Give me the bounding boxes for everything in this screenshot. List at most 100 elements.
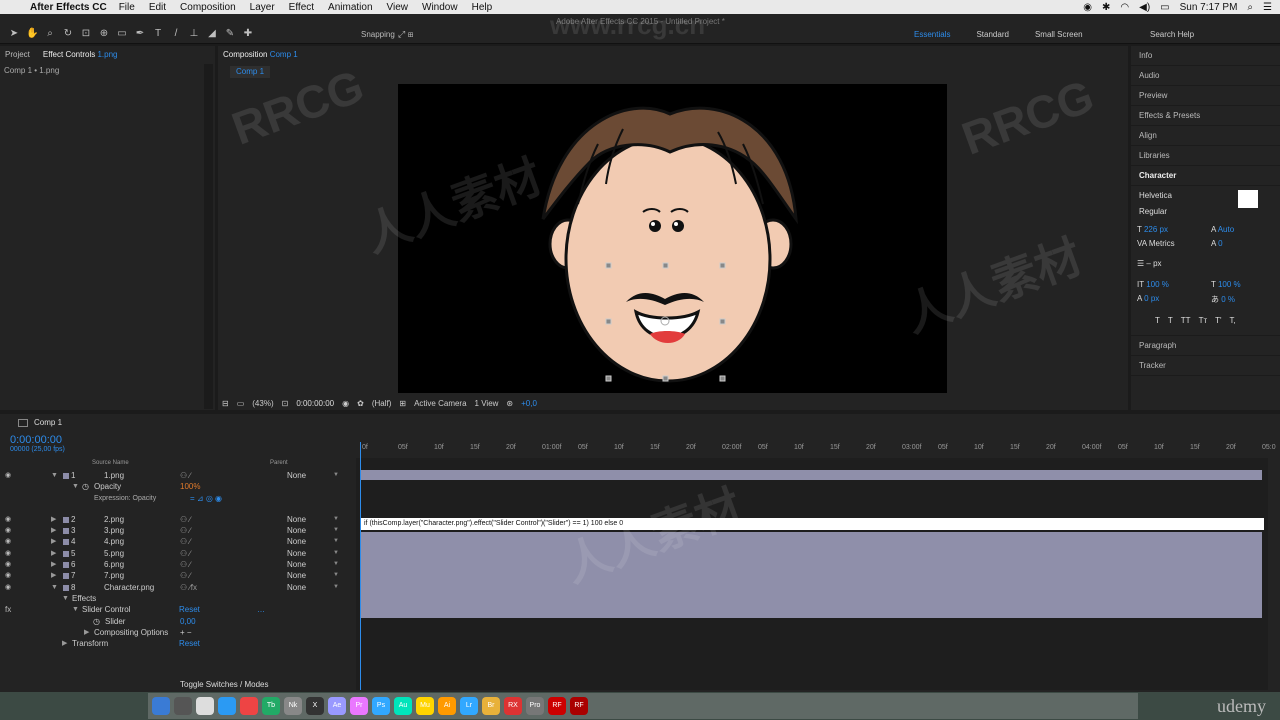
- eye-icon[interactable]: ◉: [5, 570, 11, 581]
- dock-app-icon[interactable]: Ae: [328, 697, 346, 715]
- parent-dropdown[interactable]: None: [287, 514, 306, 525]
- resolution-dropdown[interactable]: (Half): [372, 399, 392, 408]
- small-caps-button[interactable]: Tт: [1199, 316, 1208, 325]
- all-caps-button[interactable]: TT: [1181, 316, 1191, 325]
- eye-icon[interactable]: ◉: [5, 582, 11, 593]
- dock-app-icon[interactable]: [152, 697, 170, 715]
- twirl-right-icon[interactable]: ▶: [62, 638, 67, 649]
- rectangle-tool-icon[interactable]: ▭: [116, 28, 128, 39]
- dock-app-icon[interactable]: RF: [548, 697, 566, 715]
- layer-row[interactable]: ◉ ▶ 3 3.png ⚇ ∕ None ▼: [0, 525, 355, 536]
- menu-view[interactable]: View: [387, 2, 409, 13]
- bluetooth-icon[interactable]: ✱: [1102, 2, 1110, 13]
- twirl-right-icon[interactable]: ▶: [51, 536, 56, 547]
- transform-reset[interactable]: Reset: [179, 638, 200, 649]
- expression-controls-icon[interactable]: = ⊿ ◎ ◉: [190, 493, 222, 504]
- puppet-tool-icon[interactable]: ✚: [242, 28, 254, 39]
- panel-libraries[interactable]: Libraries: [1131, 146, 1280, 166]
- layer-label-color[interactable]: [63, 573, 69, 580]
- menu-help[interactable]: Help: [472, 2, 493, 13]
- twirl-right-icon[interactable]: ▶: [51, 514, 56, 525]
- layer-switches[interactable]: ⚇ ∕: [180, 548, 191, 559]
- twirl-down-icon[interactable]: ▼: [62, 593, 69, 604]
- panel-info[interactable]: Info: [1131, 46, 1280, 66]
- layer-row[interactable]: ◉ ▶ 4 4.png ⚇ ∕ None ▼: [0, 536, 355, 547]
- faux-italic-button[interactable]: T: [1168, 316, 1173, 325]
- superscript-button[interactable]: T': [1215, 316, 1221, 325]
- twirl-right-icon[interactable]: ▶: [51, 570, 56, 581]
- clone-stamp-tool-icon[interactable]: ⊥: [188, 28, 200, 39]
- workspace-standard[interactable]: Standard: [976, 30, 1008, 39]
- column-parent[interactable]: Parent: [270, 460, 288, 466]
- layer-switches[interactable]: ⚇ ∕: [180, 559, 191, 570]
- comp-breadcrumb[interactable]: Comp 1: [230, 66, 271, 78]
- workspace-essentials[interactable]: Essentials: [914, 30, 950, 39]
- tracking-value[interactable]: 0: [1218, 239, 1222, 248]
- twirl-right-icon[interactable]: ▶: [51, 525, 56, 536]
- layer-label-color[interactable]: [63, 516, 69, 523]
- composition-canvas[interactable]: [398, 84, 947, 393]
- font-family-dropdown[interactable]: Helvetica: [1139, 191, 1172, 200]
- brush-tool-icon[interactable]: /: [170, 28, 182, 39]
- current-time-indicator[interactable]: [360, 442, 361, 690]
- panel-tracker[interactable]: Tracker: [1131, 356, 1280, 376]
- zoom-dropdown[interactable]: (43%): [252, 399, 273, 408]
- timeline-tracks[interactable]: 0f 05f 10f 15f 20f 01:00f 05f 10f 15f 20f 02:00f 05…: [356, 442, 1276, 690]
- timeline-timecode[interactable]: 0:00:00:00: [10, 434, 62, 446]
- pen-tool-icon[interactable]: ✒: [134, 28, 146, 39]
- layer-bar[interactable]: [360, 470, 1262, 480]
- twirl-right-icon[interactable]: ▶: [84, 627, 89, 638]
- notification-center-icon[interactable]: ☰: [1263, 2, 1272, 13]
- eye-icon[interactable]: ◉: [5, 559, 11, 570]
- twirl-down-icon[interactable]: ▼: [51, 470, 58, 481]
- horizontal-scale-value[interactable]: 100 %: [1218, 280, 1241, 289]
- workspace-small-screen[interactable]: Small Screen: [1035, 30, 1083, 39]
- current-time-display[interactable]: 0:00:00:00: [296, 399, 334, 408]
- layer-name[interactable]: Character.png: [104, 582, 154, 593]
- reset-exposure-icon[interactable]: ⊛: [506, 399, 513, 408]
- leading-value[interactable]: Auto: [1218, 225, 1234, 234]
- eye-icon[interactable]: ◉: [5, 536, 11, 547]
- dock-app-icon[interactable]: Nk: [284, 697, 302, 715]
- layer-label-color[interactable]: [63, 539, 69, 546]
- effects-group-row[interactable]: ▼ Effects: [0, 593, 355, 604]
- menu-edit[interactable]: Edit: [149, 2, 166, 13]
- dock-app-icon[interactable]: Pro: [526, 697, 544, 715]
- layer-switches[interactable]: ⚇ ∕: [180, 525, 191, 536]
- monitor-icon[interactable]: ▭: [237, 399, 245, 408]
- fill-color-swatch[interactable]: [1238, 190, 1258, 208]
- chevron-down-icon[interactable]: ▼: [333, 514, 339, 525]
- twirl-down-icon[interactable]: ▼: [72, 481, 79, 492]
- baseline-shift-value[interactable]: 0 px: [1144, 294, 1159, 303]
- panel-audio[interactable]: Audio: [1131, 66, 1280, 86]
- chevron-down-icon[interactable]: ▼: [333, 548, 339, 559]
- toggle-switches-modes[interactable]: Toggle Switches / Modes: [180, 680, 269, 689]
- faux-bold-button[interactable]: T: [1155, 316, 1160, 325]
- tab-composition[interactable]: Composition Comp 1: [218, 46, 306, 63]
- layer-row[interactable]: ◉ ▶ 6 6.png ⚇ ∕ None ▼: [0, 559, 355, 570]
- parent-dropdown[interactable]: None: [287, 525, 306, 536]
- kerning-value[interactable]: Metrics: [1149, 239, 1175, 248]
- parent-dropdown[interactable]: None: [287, 570, 306, 581]
- dock-app-icon[interactable]: [196, 697, 214, 715]
- camera-dropdown[interactable]: Active Camera: [414, 399, 466, 408]
- tsume-value[interactable]: 0 %: [1221, 295, 1235, 304]
- tab-timeline-comp[interactable]: Comp 1: [34, 418, 62, 427]
- layer-switches[interactable]: ⚇ ∕: [180, 514, 191, 525]
- layer-name[interactable]: 6.png: [104, 559, 124, 570]
- always-preview-icon[interactable]: ⊟: [222, 399, 229, 408]
- layer-switches[interactable]: ⚇ ∕: [180, 470, 191, 481]
- layer-label-color[interactable]: [63, 528, 69, 535]
- chevron-down-icon[interactable]: ▼: [333, 570, 339, 581]
- compositing-add-remove[interactable]: + −: [180, 627, 192, 638]
- snap-icon[interactable]: ⤢ ⊞: [398, 29, 413, 40]
- pan-behind-tool-icon[interactable]: ⊕: [98, 28, 110, 39]
- parent-dropdown[interactable]: None: [287, 559, 306, 570]
- layer-switches[interactable]: ⚇ ∕: [180, 570, 191, 581]
- slider-property-row[interactable]: ◷ Slider 0,00: [0, 616, 355, 627]
- panel-preview[interactable]: Preview: [1131, 86, 1280, 106]
- fx-icon[interactable]: fx: [5, 604, 11, 615]
- font-style-dropdown[interactable]: Regular: [1139, 207, 1167, 216]
- app-name-menu[interactable]: After Effects CC: [30, 2, 107, 13]
- chevron-down-icon[interactable]: ▼: [333, 536, 339, 547]
